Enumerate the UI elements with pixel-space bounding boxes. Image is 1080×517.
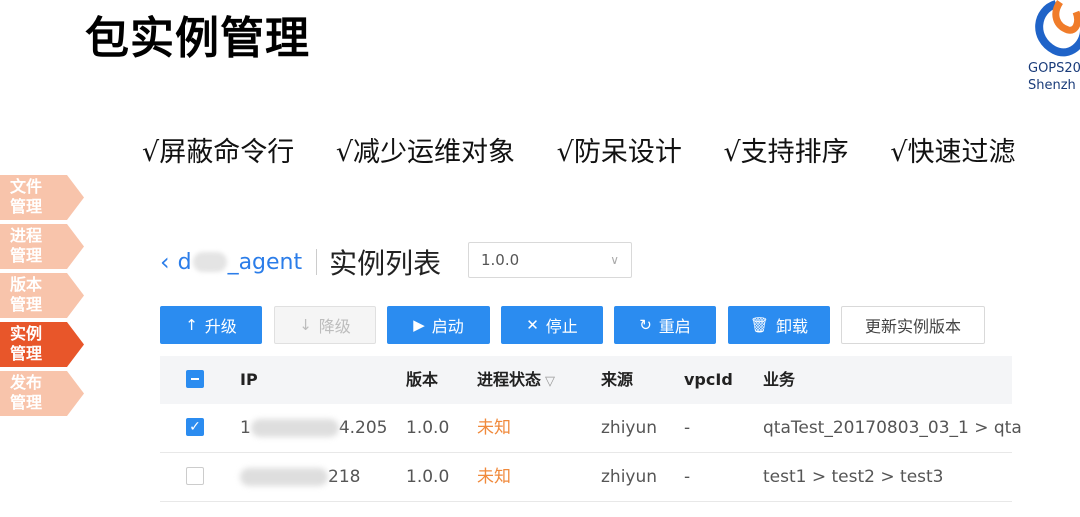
downgrade-label: 降级 [318,317,351,336]
ip-suffix: 218 [328,467,361,487]
redacted-ip [240,468,328,486]
vpcid-cell: - [684,418,691,438]
feature-item: √支持排序 [723,137,849,168]
play-icon: ▶ [413,316,425,334]
version-select[interactable]: 1.0.0 ∨ [468,242,632,278]
nav-label: 文件 [10,177,43,196]
column-status-label: 进程状态 [477,370,542,389]
nav-label: 管理 [10,197,43,216]
logo-line-1: GOPS20 [1028,61,1080,76]
status-cell: 未知 [477,467,511,487]
update-version-button[interactable]: 更新实例版本 [841,306,985,344]
select-all-checkbox[interactable] [186,370,204,388]
start-button[interactable]: ▶ 启动 [387,306,490,344]
table-header: IP 版本 进程状态 ▽ 来源 vpcId 业务 [160,356,1012,404]
stop-button[interactable]: ✕ 停止 [501,306,603,344]
chevron-down-icon: ∨ [610,253,619,267]
slide-title: 包实例管理 [85,13,310,64]
row-checkbox[interactable]: ✓ [186,418,204,436]
close-icon: ✕ [526,316,539,334]
nav-label: 实例 [10,324,43,343]
column-status[interactable]: 进程状态 ▽ [477,356,555,404]
chevron-left-icon: ‹ [160,248,170,276]
version-cell: 1.0.0 [406,467,450,487]
feature-list: √屏蔽命令行 √减少运维对象 √防呆设计 √支持排序 √快速过滤 [142,130,1048,169]
nav-label: 管理 [10,344,43,363]
nav-item-release[interactable]: 发布 管理 [0,371,84,416]
nav-label: 版本 [10,275,43,294]
page-title: 实例列表 [329,247,442,280]
feature-item: √屏蔽命令行 [142,137,295,168]
source-cell: zhiyun [601,418,658,438]
ip-cell: 218 [240,453,360,501]
trash-icon: 🗑︎ [749,316,770,334]
column-version[interactable]: 版本 [406,356,438,404]
column-business[interactable]: 业务 [763,356,795,404]
instance-table: IP 版本 进程状态 ▽ 来源 vpcId 业务 ✓ 1 4.205 1.0.0 未… [160,356,1022,502]
business-cell: qtaTest_20170803_03_1 > qta [763,418,1022,438]
filter-icon[interactable]: ▽ [545,374,555,389]
nav-label: 进程 [10,226,43,245]
logo-line-2: Shenzh [1028,78,1076,93]
restart-button[interactable]: ↻ 重启 [614,306,716,344]
status-cell: 未知 [477,418,511,438]
feature-item: √快速过滤 [890,137,1016,168]
update-version-label: 更新实例版本 [864,317,961,336]
page-header: ‹ d _agent 实例列表 [160,242,441,282]
back-link[interactable]: ‹ d _agent [160,248,302,276]
version-select-value: 1.0.0 [481,251,520,269]
redacted-ip [250,419,339,437]
gops-logo: GOPS20 Shenzh [1020,0,1080,100]
row-checkbox[interactable] [186,467,204,485]
upload-icon: ↑ [185,316,198,334]
upgrade-label: 升级 [204,317,237,336]
download-icon: ↓ [299,316,312,334]
nav-item-process[interactable]: 进程 管理 [0,224,84,269]
nav-label: 管理 [10,393,43,412]
feature-item: √减少运维对象 [335,137,516,168]
nav-item-instance[interactable]: 实例 管理 [0,322,84,367]
uninstall-button[interactable]: 🗑︎ 卸载 [728,306,830,344]
column-source[interactable]: 来源 [601,356,633,404]
column-vpcid[interactable]: vpcId [684,356,733,404]
source-cell: zhiyun [601,467,658,487]
restart-label: 重启 [658,317,691,336]
refresh-icon: ↻ [639,316,652,334]
agent-name-suffix: _agent [227,249,303,275]
feature-item: √防呆设计 [556,137,682,168]
start-label: 启动 [431,317,464,336]
downgrade-button[interactable]: ↓ 降级 [274,306,376,344]
divider [316,249,318,275]
nav-label: 管理 [10,295,43,314]
table-row[interactable]: ✓ 1 4.205 1.0.0 未知 zhiyun - qtaTest_20170… [160,404,1022,453]
table-row[interactable]: 218 1.0.0 未知 zhiyun - test1 > test2 > te… [160,453,1012,502]
stop-label: 停止 [545,317,578,336]
ip-cell: 1 4.205 [240,404,388,452]
uninstall-label: 卸载 [776,317,809,336]
business-cell: test1 > test2 > test3 [763,467,944,487]
nav-label: 发布 [10,373,43,392]
nav-label: 管理 [10,246,43,265]
ip-prefix: 1 [240,418,251,438]
redacted-text [192,252,227,272]
nav-item-file[interactable]: 文件 管理 [0,175,84,220]
upgrade-button[interactable]: ↑ 升级 [160,306,262,344]
agent-name-prefix: d [177,249,192,275]
nav-item-version[interactable]: 版本 管理 [0,273,84,318]
version-cell: 1.0.0 [406,418,450,438]
vpcid-cell: - [684,467,691,487]
column-ip[interactable]: IP [240,356,258,404]
ip-suffix: 4.205 [338,418,388,438]
